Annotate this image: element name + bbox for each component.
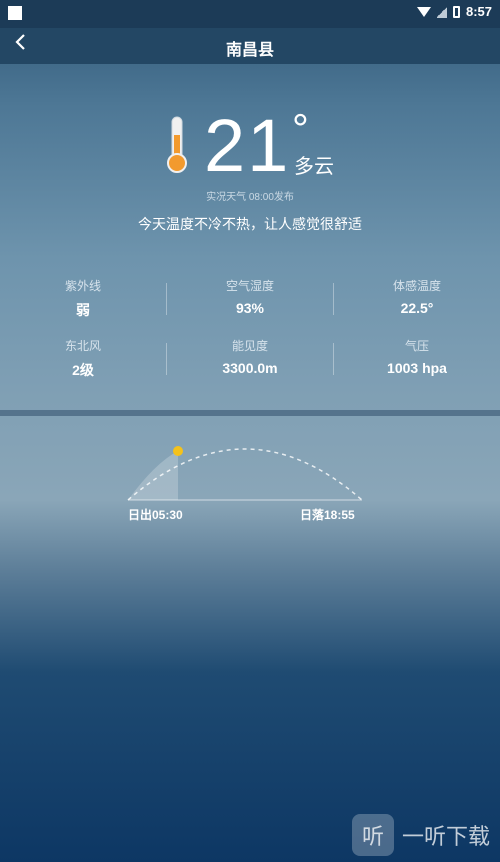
- notification-icon: [8, 6, 22, 20]
- detail-value: 弱: [76, 302, 90, 318]
- watermark: 听 一听下载: [351, 814, 490, 856]
- section-divider: [0, 410, 500, 416]
- battery-icon: [452, 5, 460, 18]
- publish-time: 实况天气 08:00发布: [206, 192, 294, 203]
- detail-label: 紫外线: [64, 279, 101, 293]
- detail-value: 22.5°: [400, 300, 434, 316]
- status-time: 8:57: [465, 4, 492, 19]
- detail-feels-like: 体感温度 22.5°: [334, 277, 500, 316]
- app-header: 南昌县: [0, 28, 500, 64]
- sunrise-time: 日出05:30: [128, 508, 183, 522]
- status-bar: 8:57: [0, 0, 500, 28]
- sun-progress-area: [128, 451, 178, 500]
- detail-value: 1003 hpa: [387, 360, 447, 376]
- current-weather: 21 ° 多云: [0, 104, 500, 187]
- detail-humidity: 空气湿度 93%: [167, 277, 333, 316]
- wifi-icon: [416, 6, 431, 17]
- degree-symbol: °: [292, 105, 309, 152]
- detail-pressure: 气压 1003 hpa: [334, 337, 500, 376]
- detail-value: 93%: [235, 300, 265, 316]
- temperature-value: 21: [204, 104, 291, 187]
- watermark-logo-icon: 听: [351, 814, 394, 856]
- sun-path-arc: [127, 446, 363, 501]
- sunset-time: 日落18:55: [300, 508, 355, 522]
- detail-value: 2级: [72, 362, 94, 378]
- sun-icon: [173, 446, 183, 456]
- page-title: 南昌县: [225, 42, 274, 59]
- detail-label: 气压: [404, 339, 429, 353]
- weather-description: 今天温度不冷不热，让人感觉很舒适: [138, 216, 362, 232]
- thermometer-icon: [167, 116, 187, 173]
- status-right: 8:57: [416, 4, 492, 19]
- detail-label: 能见度: [231, 339, 268, 353]
- weather-condition: 多云: [294, 156, 334, 178]
- detail-visibility: 能见度 3300.0m: [167, 337, 333, 376]
- detail-label: 体感温度: [392, 279, 441, 293]
- signal-icon: [436, 5, 447, 18]
- detail-label: 空气湿度: [225, 279, 274, 293]
- detail-value: 3300.0m: [222, 360, 278, 376]
- detail-label: 东北风: [64, 339, 101, 353]
- detail-uv: 紫外线 弱: [0, 277, 166, 320]
- detail-wind: 东北风 2级: [0, 337, 166, 380]
- watermark-text: 一听下载: [401, 824, 490, 849]
